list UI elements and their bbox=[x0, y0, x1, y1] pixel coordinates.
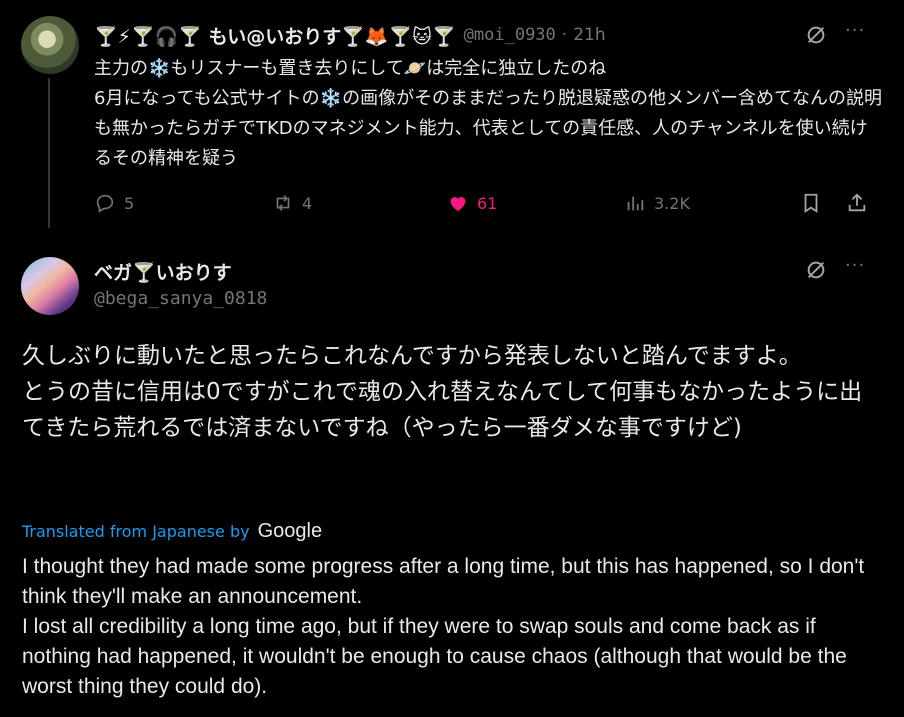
reply-count: 5 bbox=[124, 193, 135, 213]
share-icon bbox=[848, 193, 866, 212]
repost-count: 4 bbox=[302, 193, 313, 213]
reply-button[interactable]: 5 bbox=[94, 192, 134, 214]
display-name[interactable]: ベガ🍸いおりす bbox=[94, 258, 232, 285]
bookmark-button[interactable] bbox=[800, 192, 830, 214]
heart-icon bbox=[450, 197, 466, 212]
tweet-text: 主力の❄️もリスナーも置き去りにして🪐は完全に独立したのね 6月になっても公式サ… bbox=[94, 58, 883, 169]
timestamp[interactable]: 21h bbox=[573, 25, 605, 45]
repost-icon bbox=[276, 195, 290, 211]
views-count: 3.2K bbox=[654, 193, 690, 213]
like-button[interactable]: 61 bbox=[447, 192, 497, 214]
avatar[interactable] bbox=[21, 257, 79, 315]
views-button[interactable]: 3.2K bbox=[624, 192, 690, 214]
reply-icon bbox=[96, 194, 114, 213]
tweet-header: 🍸⚡🍸🎧🍸 もい@いおりす🍸🦊🍸🐱🍸 @moi_0930 · 21h bbox=[94, 22, 606, 48]
handle[interactable]: @bega_sanya_0818 bbox=[94, 288, 267, 309]
bookmark-icon bbox=[804, 193, 818, 213]
tweet-actions: 5 4 61 3.2K bbox=[94, 192, 874, 218]
google-logo: Google bbox=[257, 520, 323, 542]
grok-icon[interactable] bbox=[805, 24, 827, 46]
like-count: 61 bbox=[477, 193, 498, 213]
tweet-text: 久しぶりに動いたと思ったらこれなんですから発表しないと踏んでますよ。 とうの昔に… bbox=[22, 343, 863, 441]
analytics-icon bbox=[627, 196, 644, 211]
share-button[interactable] bbox=[846, 192, 876, 214]
translated-label[interactable]: Translated from Japanese by bbox=[22, 522, 250, 541]
translation-attribution: Translated from Japanese by Google bbox=[22, 520, 322, 543]
handle[interactable]: @moi_0930 bbox=[464, 25, 556, 45]
separator-dot: · bbox=[561, 25, 568, 45]
repost-button[interactable]: 4 bbox=[272, 192, 312, 214]
more-icon[interactable]: ··· bbox=[845, 20, 865, 41]
grok-icon[interactable] bbox=[805, 259, 827, 281]
more-icon[interactable]: ··· bbox=[845, 255, 865, 276]
translated-text: I thought they had made some progress af… bbox=[22, 555, 865, 698]
thread-connector-line bbox=[48, 78, 50, 228]
display-name[interactable]: 🍸⚡🍸🎧🍸 もい@いおりす🍸🦊🍸🐱🍸 bbox=[94, 22, 456, 49]
avatar[interactable] bbox=[21, 16, 79, 74]
